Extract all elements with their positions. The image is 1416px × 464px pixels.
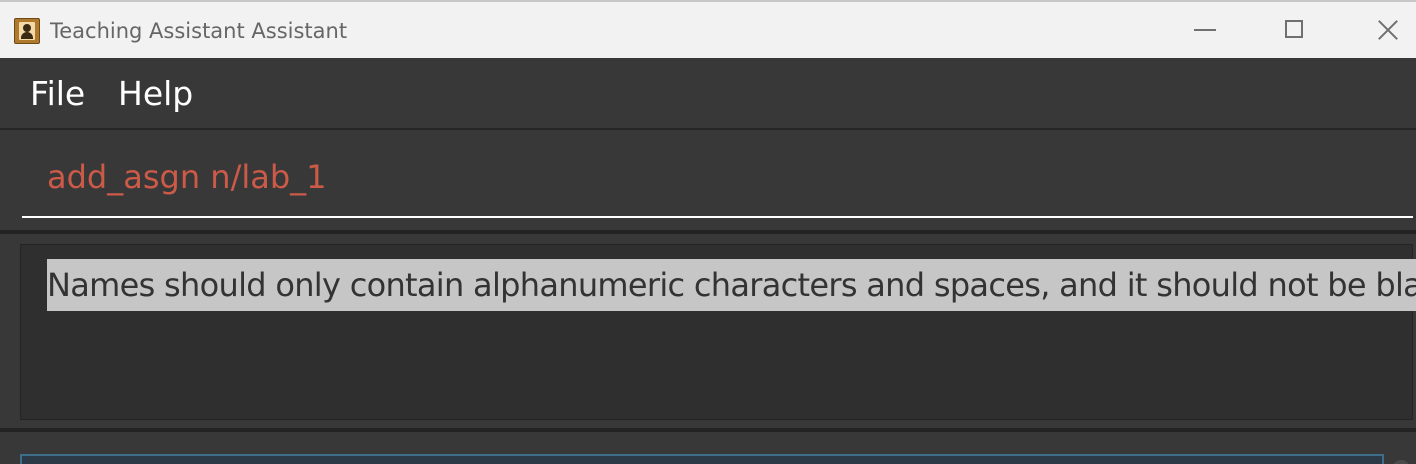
command-box-area	[0, 130, 1416, 230]
list-panel[interactable]	[20, 454, 1384, 464]
minimize-icon	[1194, 29, 1216, 31]
command-input[interactable]	[22, 138, 1413, 218]
minimize-button[interactable]	[1160, 2, 1250, 58]
maximize-icon	[1285, 20, 1303, 38]
menu-file[interactable]: File	[30, 74, 85, 114]
close-button[interactable]	[1340, 2, 1416, 58]
window-title: Teaching Assistant Assistant	[50, 19, 348, 43]
menu-help[interactable]: Help	[118, 74, 193, 114]
result-message: Names should only contain alphanumeric c…	[47, 259, 1416, 311]
result-display-area: Names should only contain alphanumeric c…	[0, 234, 1416, 428]
scrollbar-thumb[interactable]	[1392, 460, 1410, 464]
title-bar: Teaching Assistant Assistant	[0, 0, 1416, 58]
menu-bar: File Help	[0, 58, 1416, 128]
contact-book-icon	[14, 18, 40, 44]
maximize-button[interactable]	[1250, 2, 1340, 58]
list-panel-area	[0, 432, 1416, 464]
app-window: Teaching Assistant Assistant File Help N…	[0, 0, 1416, 464]
result-display[interactable]: Names should only contain alphanumeric c…	[20, 244, 1416, 420]
close-icon	[1377, 19, 1399, 41]
